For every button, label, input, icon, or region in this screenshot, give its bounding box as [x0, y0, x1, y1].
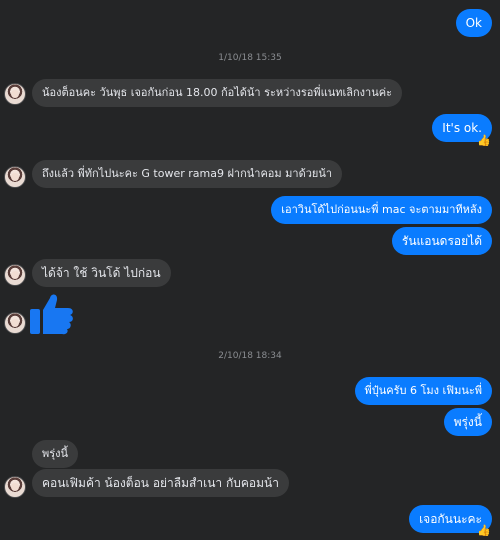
avatar[interactable]	[4, 312, 26, 334]
message-incoming[interactable]: พรุ่งนี้	[32, 440, 79, 468]
message-outgoing[interactable]: พี่ปุ๋นครับ 6 โมง เฟิมนะพี่	[354, 377, 492, 405]
avatar[interactable]	[4, 476, 26, 498]
message-outgoing[interactable]: เอาวินโด้ไปก่อนนะพี่ mac จะตามมาทีหลัง	[271, 196, 492, 224]
message-outgoing[interactable]: Ok	[455, 9, 492, 37]
timestamp: 1/10/18 15:35	[218, 53, 282, 63]
thumbs-up-reaction-icon[interactable]: 👍	[477, 134, 491, 147]
message-incoming[interactable]: ถึงแล้ว พี่ทักไปนะคะ G tower rama9 ฝากนำ…	[32, 160, 343, 188]
avatar[interactable]	[4, 264, 26, 286]
message-outgoing[interactable]: รันแอนดรอยได้	[391, 227, 492, 255]
avatar[interactable]	[4, 83, 26, 105]
thumbs-up-like-icon[interactable]	[28, 290, 76, 336]
thumbs-up-reaction-icon[interactable]: 👍	[477, 524, 491, 537]
message-incoming[interactable]: ได้จ้า ใช้ วินโด้ ไปก่อน	[32, 259, 171, 287]
timestamp: 2/10/18 18:34	[218, 351, 282, 361]
message-outgoing[interactable]: พรุ่งนี้	[443, 408, 492, 436]
avatar[interactable]	[4, 166, 26, 188]
message-incoming[interactable]: น้องต็อนคะ วันพุธ เจอกันก่อน 18.00 ก้อได…	[32, 79, 402, 107]
message-incoming[interactable]: คอนเฟิมค้า น้องต็อน อย่าลืมสำเนา กับคอมน…	[32, 469, 289, 497]
